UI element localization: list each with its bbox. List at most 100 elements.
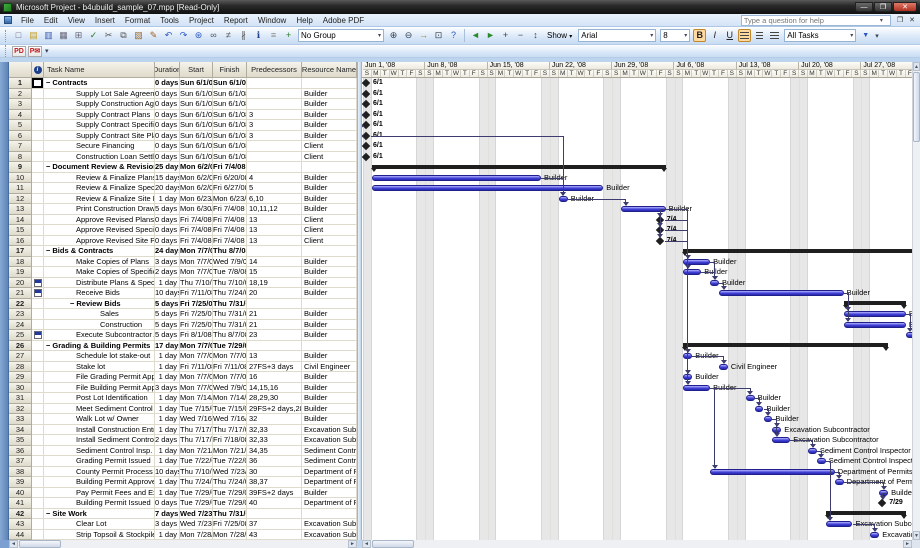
scroll-up-icon[interactable]: ▲ — [913, 62, 920, 71]
indicator-cell[interactable] — [32, 120, 44, 131]
align-left-button[interactable] — [738, 29, 751, 42]
task-bar[interactable] — [372, 175, 541, 181]
finish-cell[interactable]: Wed 7/16/08 — [213, 414, 247, 425]
spelling-icon[interactable]: ✓ — [87, 29, 100, 42]
duration-cell[interactable]: 0 days — [155, 141, 180, 152]
row-number-cell[interactable]: 13 — [9, 204, 32, 215]
start-cell[interactable]: Thu 7/24/08 — [180, 477, 213, 488]
start-cell[interactable]: Wed 7/23/08 — [180, 519, 213, 530]
chart-scroll-thumb[interactable] — [372, 540, 414, 548]
task-name-cell[interactable]: Schedule lot stake-out — [44, 351, 155, 362]
finish-cell[interactable]: Mon 7/14/08 — [213, 393, 247, 404]
copy-icon[interactable]: ⧉ — [117, 29, 130, 42]
task-row[interactable]: 44Strip Topsoil & Stockpile1 dayMon 7/28… — [9, 530, 357, 541]
duration-cell[interactable]: 0 days — [155, 152, 180, 163]
start-cell[interactable]: Mon 7/7/08 — [180, 383, 213, 394]
duration-cell[interactable]: 1 day — [155, 278, 180, 289]
predecessors-cell[interactable]: 36 — [247, 456, 302, 467]
predecessors-cell[interactable]: 21 — [247, 309, 302, 320]
task-bar[interactable] — [719, 290, 844, 296]
resource-cell[interactable]: Builder — [302, 267, 357, 278]
finish-cell[interactable]: Thu 7/31/08 — [213, 509, 247, 520]
row-number-cell[interactable]: 33 — [9, 414, 32, 425]
predecessors-cell[interactable]: 4 — [247, 173, 302, 184]
predecessors-cell[interactable]: 6,10 — [247, 194, 302, 205]
underline-button[interactable]: U — [723, 29, 736, 42]
split-task-icon[interactable]: ∦ — [237, 29, 250, 42]
row-number-cell[interactable]: 44 — [9, 530, 32, 541]
duration-cell[interactable]: 0 days — [155, 498, 180, 509]
row-number-cell[interactable]: 24 — [9, 320, 32, 331]
start-cell[interactable]: Fri 7/4/08 — [180, 225, 213, 236]
start-cell[interactable]: Mon 7/7/08 — [180, 257, 213, 268]
paste-icon[interactable]: ▧ — [132, 29, 145, 42]
toolbar-options-icon[interactable]: ▾ — [875, 32, 879, 40]
task-row[interactable]: 42−Site Work7 daysWed 7/23/08Thu 7/31/08 — [9, 509, 357, 520]
assign-resources-icon[interactable]: + — [282, 29, 295, 42]
start-cell[interactable]: Mon 7/28/08 — [180, 530, 213, 541]
minimize-button[interactable]: — — [855, 2, 873, 12]
duration-cell[interactable]: 25 days — [155, 162, 180, 173]
indicator-cell[interactable] — [32, 99, 44, 110]
task-row[interactable]: 5Supply Contract Specifications0 daysSun… — [9, 120, 357, 131]
timescale-week-label[interactable]: Jul 13, '08 — [737, 62, 799, 70]
indicator-cell[interactable] — [32, 498, 44, 509]
task-name-cell[interactable]: Supply Contract Plans — [44, 110, 155, 121]
task-row[interactable]: 20Distribute Plans & Specifications1 day… — [9, 278, 357, 289]
start-cell[interactable]: Sun 6/1/08 — [180, 99, 213, 110]
task-row[interactable]: 14Approve Revised Plans0 daysFri 7/4/08F… — [9, 215, 357, 226]
task-row[interactable]: 26−Grading & Building Permits17 daysMon … — [9, 341, 357, 352]
resource-cell[interactable] — [302, 299, 357, 310]
child-close-button[interactable]: ✕ — [906, 16, 918, 24]
show-menu-button[interactable]: Show ▾ — [543, 31, 576, 40]
row-number-cell[interactable]: 5 — [9, 120, 32, 131]
task-row[interactable]: 2Supply Lot Sale Agreement0 daysSun 6/1/… — [9, 89, 357, 100]
task-name-cell[interactable]: Review & Finalize Specifications — [44, 183, 155, 194]
predecessors-cell[interactable]: 13 — [247, 225, 302, 236]
row-number-cell[interactable]: 18 — [9, 257, 32, 268]
task-bar[interactable] — [870, 532, 879, 538]
row-number-cell[interactable]: 42 — [9, 509, 32, 520]
indicator-cell[interactable] — [32, 477, 44, 488]
resource-cell[interactable] — [302, 341, 357, 352]
task-name-cell[interactable]: Clear Lot — [44, 519, 155, 530]
start-cell[interactable]: Sun 6/1/08 — [180, 141, 213, 152]
start-cell[interactable]: Mon 6/30/08 — [180, 204, 213, 215]
predecessors-cell[interactable] — [247, 89, 302, 100]
duration-cell[interactable]: 1 day — [155, 425, 180, 436]
indicator-cell[interactable] — [32, 152, 44, 163]
finish-cell[interactable]: Wed 7/9/08 — [213, 257, 247, 268]
column-header-Resource Name[interactable]: Resource Name — [302, 62, 357, 78]
task-bar[interactable] — [683, 385, 710, 391]
task-bar[interactable] — [372, 185, 603, 191]
resource-cell[interactable]: Builder — [302, 383, 357, 394]
resource-cell[interactable]: Civil Engineer — [302, 362, 357, 373]
scroll-left-icon[interactable]: ◄ — [9, 540, 18, 548]
task-name-cell[interactable]: Secure Financing — [44, 141, 155, 152]
task-name-cell[interactable]: Execute Subcontractor Agreements — [44, 330, 155, 341]
collapse-icon[interactable]: − — [46, 78, 50, 87]
indicator-cell[interactable] — [32, 330, 44, 341]
finish-cell[interactable]: Sun 6/1/08 — [213, 120, 247, 131]
row-number-cell[interactable]: 26 — [9, 341, 32, 352]
align-center-button[interactable] — [753, 29, 766, 42]
menu-report[interactable]: Report — [219, 16, 253, 25]
resource-cell[interactable]: Sediment Contro — [302, 456, 357, 467]
task-name-cell[interactable]: Receive Bids — [44, 288, 155, 299]
view-bar[interactable]: Gantt Chart — [0, 62, 9, 540]
duration-cell[interactable]: 10 days — [155, 467, 180, 478]
row-number-cell[interactable]: 31 — [9, 393, 32, 404]
toolbar-grip[interactable] — [5, 45, 8, 57]
indicator-cell[interactable] — [32, 456, 44, 467]
resource-cell[interactable]: Excavation Sub — [302, 435, 357, 446]
help-icon[interactable]: ? — [447, 29, 460, 42]
task-name-cell[interactable]: Review & Finalize Site Plan — [44, 194, 155, 205]
start-cell[interactable]: Sun 6/1/08 — [180, 110, 213, 121]
start-cell[interactable]: Sun 6/1/08 — [180, 78, 213, 89]
row-number-cell[interactable]: 36 — [9, 446, 32, 457]
close-button[interactable]: ✕ — [893, 2, 917, 12]
finish-cell[interactable]: Mon 7/28/08 — [213, 530, 247, 541]
duration-cell[interactable]: 2 days — [155, 267, 180, 278]
task-name-cell[interactable]: Distribute Plans & Specifications — [44, 278, 155, 289]
autofilter-icon[interactable]: ▼ — [859, 29, 872, 42]
